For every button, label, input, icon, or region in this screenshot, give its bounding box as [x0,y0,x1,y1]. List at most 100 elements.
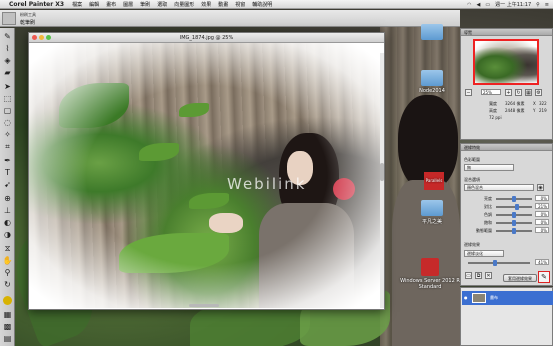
layer-row[interactable]: ● 畫布 [462,291,553,305]
slider-knob[interactable] [493,260,497,266]
slider-knob[interactable] [512,228,516,234]
dropper-tool-icon[interactable]: ⌇ [2,44,13,54]
brush-variant[interactable]: 乾筆刷 [20,19,35,26]
rotate-page-tool-icon[interactable]: ↻ [2,280,13,290]
minimize-window-icon[interactable] [39,35,44,40]
settings-icon[interactable]: ⚙ [535,89,542,96]
list-icon[interactable]: ≡ [545,2,549,8]
brush-selector-icon[interactable] [2,12,16,25]
grabber-tool-icon[interactable]: ✋ [2,256,13,266]
slider-value[interactable]: 0% [535,211,549,217]
desktop-icon-windows-server[interactable]: Windows Server 2012 R Standard [400,258,460,290]
slider-saturation[interactable]: 飽和 0% [464,219,550,226]
battery-icon[interactable]: ▭ [485,2,490,8]
navigator-preview[interactable] [473,39,539,85]
magic-wand-tool-icon[interactable]: ✧ [2,130,13,140]
eye-icon[interactable]: ● [464,291,468,305]
menu-effects[interactable]: 效果 [201,1,211,8]
menu-file[interactable]: 檔案 [72,1,82,8]
zoom-out-icon[interactable]: − [465,89,472,96]
shape-selection-tool-icon[interactable]: ➹ [2,180,13,190]
slider-track[interactable] [468,260,530,266]
close-window-icon[interactable] [32,35,37,40]
rotate-icon[interactable]: ↻ [515,89,522,96]
menu-help[interactable]: 輔助說明 [252,1,272,8]
edge-effect-select[interactable]: 邊緣淡化 [464,250,504,257]
menu-layers[interactable]: 圖層 [123,1,133,8]
zoom-window-icon[interactable] [46,35,51,40]
slider-track[interactable] [496,220,532,226]
slider-track[interactable] [496,204,532,210]
slider-track[interactable] [496,228,532,234]
transform-tool-icon[interactable]: ⬚ [2,94,13,104]
effects-panel-header[interactable]: 邊緣特效 [461,144,552,151]
document-window[interactable]: IMG_1874.jpg @ 25% Webilink [28,32,385,310]
menu-edit[interactable]: 編輯 [89,1,99,8]
main-color-swatch-icon[interactable] [2,296,13,306]
slider-track[interactable] [496,196,532,202]
apply-highlight-icon[interactable]: ✎ [538,271,550,283]
slider-value[interactable]: 41% [535,259,549,265]
brush-tool-icon[interactable]: ✎ [2,32,13,42]
mirror-tool-icon[interactable]: ⧖ [2,244,13,254]
menu-window[interactable]: 視窗 [235,1,245,8]
pen-tool-icon[interactable]: ✒ [2,156,13,166]
menu-shapes[interactable]: 向量圖形 [174,1,194,8]
magnifier-tool-icon[interactable]: ⚲ [2,268,13,278]
slider-value[interactable]: 21% [535,203,549,209]
grid-icon[interactable]: ▦ [525,89,532,96]
text-tool-icon[interactable]: T [2,168,13,178]
menu-select[interactable]: 選取 [157,1,167,8]
horizontal-scroll-thumb[interactable] [189,304,219,307]
paint-bucket-tool-icon[interactable]: ◈ [2,56,13,66]
vertical-scroll-thumb[interactable] [380,163,384,181]
slider-knob[interactable] [515,204,520,210]
crop-tool-icon[interactable]: ⌗ [2,142,13,152]
eraser-tool-icon[interactable]: ▰ [2,68,13,78]
slider-knob[interactable] [512,220,516,226]
slider-dynamic-range[interactable]: 動態範圍 0% [464,227,550,234]
desktop-icon-pingfan[interactable]: 平凡之美 [412,200,452,225]
slider-hue[interactable]: 色調 0% [464,211,550,218]
slider-knob[interactable] [512,196,516,202]
eye-dropper-icon[interactable]: ◉ [537,184,544,191]
pattern-swatch-icon[interactable]: ▩ [2,322,13,332]
slider-knob[interactable] [512,212,516,218]
menu-movie[interactable]: 動畫 [218,1,228,8]
desktop-icon-node2014[interactable]: Node2014 [412,70,452,94]
menu-canvas[interactable]: 畫布 [106,1,116,8]
paper-swatch-icon[interactable]: ▦ [2,310,13,320]
brush-category[interactable]: 粉刷工具 [20,12,36,18]
slider-value[interactable]: 0% [535,195,549,201]
duplicate-icon[interactable]: ⧉ [475,272,482,279]
lasso-tool-icon[interactable]: ◌ [2,118,13,128]
delete-icon[interactable]: ✕ [485,272,492,279]
wifi-icon[interactable]: ◠ [467,2,471,8]
apply-edge-effect-button[interactable]: 套用邊緣效果 [503,274,537,282]
desktop-icon-parallels[interactable]: Parallels [414,172,454,192]
navigator-panel-header[interactable]: 導覽 [461,29,552,36]
menubar-clock[interactable]: 週一 上午11:17 [495,1,531,8]
clone-tool-icon[interactable]: ⊕ [2,194,13,204]
menu-brushes[interactable]: 筆刷 [140,1,150,8]
blend-mode-select[interactable]: 顏色混合 [464,184,534,191]
slider-value[interactable]: 0% [535,227,549,233]
zoom-in-icon[interactable]: + [505,89,512,96]
document-title-bar[interactable]: IMG_1874.jpg @ 25% [29,33,384,43]
slider-brightness[interactable]: 亮度 0% [464,195,550,202]
rect-select-tool-icon[interactable]: ▢ [2,106,13,116]
rubber-stamp-tool-icon[interactable]: ⊥ [2,206,13,216]
slider-edge-amount[interactable]: 41% [464,259,550,266]
search-icon[interactable]: ⚲ [536,2,540,8]
burn-tool-icon[interactable]: ◑ [2,230,13,240]
zoom-level-field[interactable]: 25% [481,89,501,95]
slider-track[interactable] [496,212,532,218]
dodge-tool-icon[interactable]: ◐ [2,218,13,228]
volume-icon[interactable]: ◀ [477,2,481,8]
app-menu[interactable]: Corel Painter X3 [9,1,64,8]
slider-contrast[interactable]: 對比 21% [464,203,550,210]
desktop-folder[interactable] [412,24,452,42]
new-layer-icon[interactable]: ▭ [465,272,472,279]
gradient-swatch-icon[interactable]: ▤ [2,334,13,344]
color-range-select[interactable]: 無 [464,164,514,171]
